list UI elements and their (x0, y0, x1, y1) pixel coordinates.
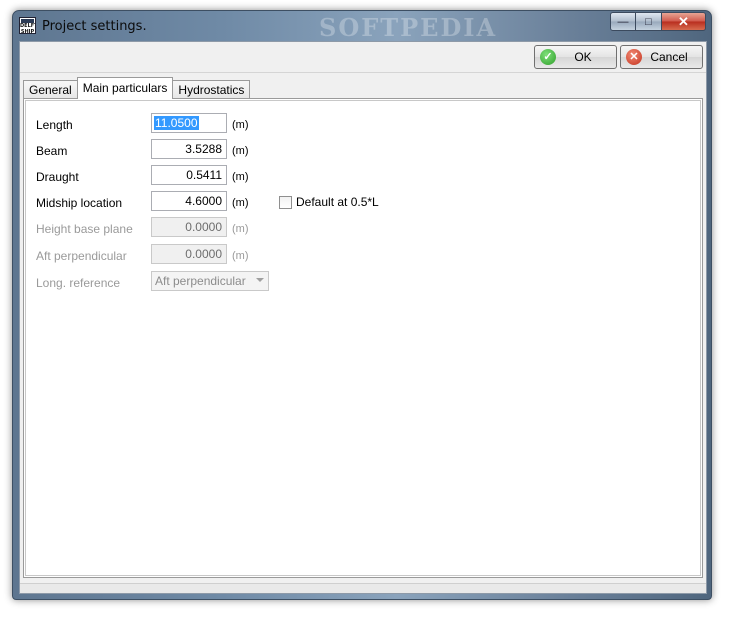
window-title: Project settings. (42, 19, 147, 34)
length-input[interactable]: 11.0500 (151, 113, 227, 133)
beam-row: Beam 3.5288 (m) (26, 139, 666, 161)
main-particulars-page: Length 11.0500 (m) Beam 3.5288 (m) Draug… (23, 98, 703, 578)
long-ref-label: Long. reference (36, 276, 121, 290)
status-bar (20, 583, 706, 593)
midship-unit: (m) (232, 197, 249, 209)
beam-input[interactable]: 3.5288 (151, 139, 227, 159)
tab-general[interactable]: General (23, 80, 78, 99)
ok-label: OK (574, 50, 592, 64)
dialog-toolbar: ✓ OK ✕ Cancel (20, 42, 706, 73)
default-midship-label: Default at 0.5*L (296, 195, 379, 209)
default-midship-option[interactable]: Default at 0.5*L (279, 195, 379, 209)
maximize-button[interactable]: □ (636, 12, 662, 31)
aft-perp-unit: (m) (232, 250, 249, 262)
midship-label: Midship location (36, 196, 123, 210)
length-label: Length (36, 118, 73, 132)
check-icon: ✓ (540, 49, 556, 65)
tab-strip: General Main particulars Hydrostatics (23, 77, 251, 99)
chevron-down-icon (256, 278, 264, 282)
aft-perp-input: 0.0000 (151, 244, 227, 264)
page-frame: Length 11.0500 (m) Beam 3.5288 (m) Draug… (25, 100, 701, 576)
window-controls: — □ ✕ (610, 12, 706, 31)
watermark: SOFTPEDIA (319, 13, 498, 42)
beam-label: Beam (36, 144, 68, 158)
minimize-button[interactable]: — (610, 12, 636, 31)
draught-unit: (m) (232, 171, 249, 183)
long-ref-value: Aft perpendicular (155, 274, 246, 288)
cancel-icon: ✕ (626, 49, 642, 65)
beam-unit: (m) (232, 145, 249, 157)
long-ref-row: Long. reference Aft perpendicular (26, 271, 666, 293)
tab-hydrostatics[interactable]: Hydrostatics (172, 80, 251, 99)
app-icon: DELFT SHIP (19, 17, 36, 34)
height-base-input: 0.0000 (151, 217, 227, 237)
aft-perp-row: Aft perpendicular 0.0000 (m) (26, 244, 666, 266)
cancel-button[interactable]: ✕ Cancel (620, 45, 703, 69)
minimize-icon: — (617, 15, 629, 28)
dialog-client-area: ✓ OK ✕ Cancel General Main particulars H… (19, 41, 707, 594)
draught-input[interactable]: 0.5411 (151, 165, 227, 185)
draught-label: Draught (36, 170, 79, 184)
close-icon: ✕ (678, 13, 689, 29)
long-ref-select: Aft perpendicular (151, 271, 269, 291)
tab-main-particulars[interactable]: Main particulars (76, 77, 174, 99)
draught-row: Draught 0.5411 (m) (26, 165, 666, 187)
height-base-row: Height base plane 0.0000 (m) (26, 217, 666, 239)
midship-row: Midship location 4.6000 (m) Default at 0… (26, 191, 666, 213)
project-settings-window: DELFT SHIP Project settings. SOFTPEDIA —… (12, 10, 712, 600)
aft-perp-label: Aft perpendicular (36, 249, 127, 263)
height-base-unit: (m) (232, 223, 249, 235)
length-unit: (m) (232, 119, 249, 131)
cancel-label: Cancel (650, 50, 688, 64)
length-value: 11.0500 (154, 116, 199, 130)
midship-input[interactable]: 4.6000 (151, 191, 227, 211)
maximize-icon: □ (645, 15, 652, 28)
length-row: Length 11.0500 (m) (26, 113, 666, 135)
height-base-label: Height base plane (36, 222, 133, 236)
close-button[interactable]: ✕ (662, 12, 706, 31)
title-bar[interactable]: DELFT SHIP Project settings. SOFTPEDIA —… (13, 11, 711, 42)
default-midship-checkbox[interactable] (279, 195, 292, 209)
ok-button[interactable]: ✓ OK (534, 45, 617, 69)
